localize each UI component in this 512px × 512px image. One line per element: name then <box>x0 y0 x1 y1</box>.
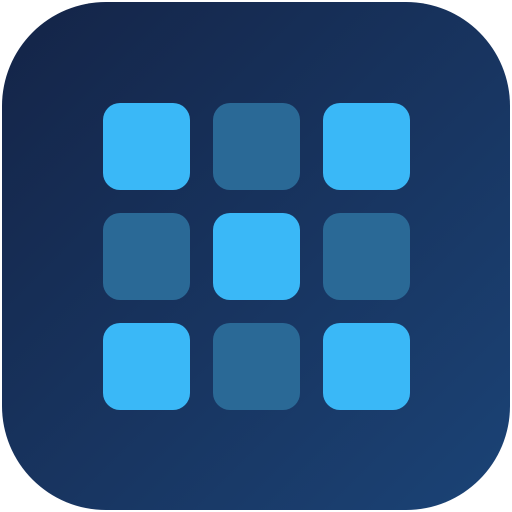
tile-r2-c1 <box>103 213 190 300</box>
tile-grid-icon <box>103 103 410 410</box>
tile-r2-c2 <box>213 213 300 300</box>
tile-r1-c3 <box>323 103 410 190</box>
tile-r3-c2 <box>213 323 300 410</box>
tile-r1-c1 <box>103 103 190 190</box>
app-icon[interactable] <box>2 2 510 510</box>
tile-r3-c3 <box>323 323 410 410</box>
tile-r3-c1 <box>103 323 190 410</box>
tile-r2-c3 <box>323 213 410 300</box>
tile-r1-c2 <box>213 103 300 190</box>
